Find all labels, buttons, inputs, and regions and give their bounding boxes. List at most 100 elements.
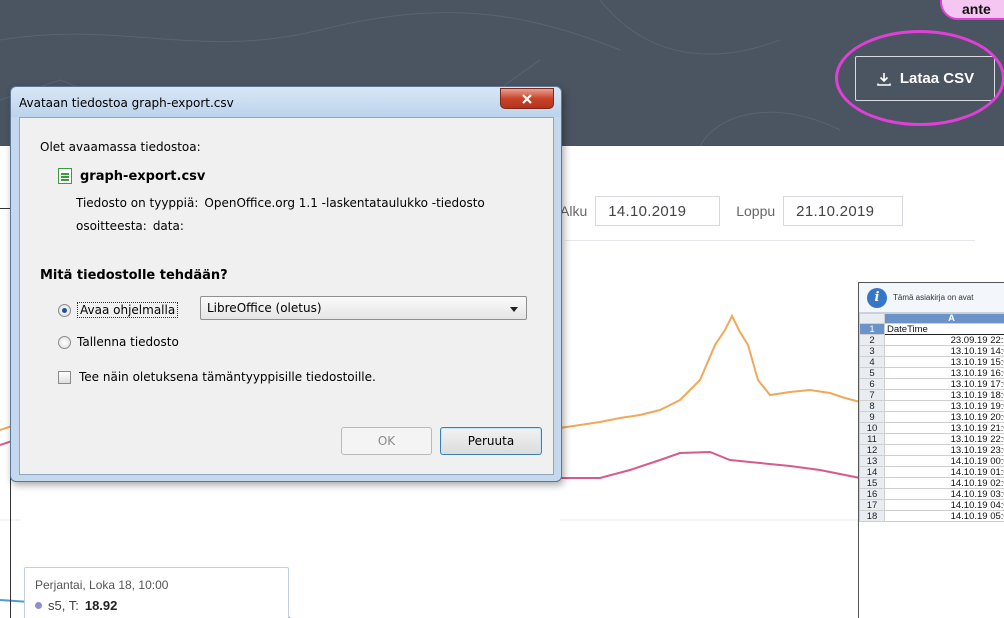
table-row: 223.09.19 22:25 — [859, 334, 1004, 346]
table-row: 513.10.19 16:00 — [859, 367, 1004, 379]
open-with-radio[interactable] — [58, 303, 71, 317]
table-row: 1 DateTime — [859, 323, 1004, 335]
row-number[interactable]: 18 — [859, 510, 885, 522]
remember-choice-label[interactable]: Tee näin oletuksena tämäntyyppisille tie… — [79, 370, 376, 384]
info-icon: i — [867, 287, 887, 308]
table-cell[interactable]: 13.10.19 21:00 — [884, 422, 1004, 434]
row-number[interactable]: 3 — [859, 345, 885, 357]
spreadsheet-preview: i Tämä asiakirja on avat A 1 DateTime 2 23.… — [858, 282, 1004, 618]
open-with-option[interactable]: Avaa ohjelmalla — [58, 302, 179, 318]
table-cell[interactable]: 13.10.19 14:00 — [884, 345, 1004, 357]
spreadsheet-file-icon — [58, 168, 72, 184]
open-with-label[interactable]: Avaa ohjelmalla — [77, 302, 179, 318]
section-divider — [565, 240, 975, 241]
column-header-a[interactable]: A — [884, 313, 1004, 324]
spreadsheet-grid: A 1DateTime223.09.19 22:25313.10.19 14:0… — [859, 313, 1004, 522]
row-number[interactable]: 2 — [859, 334, 885, 346]
table-row: 1614.10.19 03:00 — [859, 488, 1004, 500]
dialog-body: Olet avaamassa tiedostoa: graph-export.c… — [19, 117, 554, 475]
table-cell[interactable]: 14.10.19 04:00 — [884, 499, 1004, 511]
date-range-row: Alku 14.10.2019 Loppu 21.10.2019 — [560, 196, 919, 226]
table-row: 1013.10.19 21:00 — [859, 422, 1004, 434]
dialog-intro: Olet avaamassa tiedostoa: — [40, 140, 201, 154]
remember-choice-checkbox[interactable] — [58, 370, 71, 384]
row-number[interactable]: 13 — [859, 455, 885, 467]
table-row: 1414.10.19 01:00 — [859, 466, 1004, 478]
row-number[interactable]: 11 — [859, 433, 885, 445]
row-number[interactable]: 14 — [859, 466, 885, 478]
application-select-value: LibreOffice (oletus) — [207, 301, 322, 315]
table-cell[interactable]: 14.10.19 05:00 — [884, 510, 1004, 522]
row-number[interactable]: 10 — [859, 422, 885, 434]
tooltip-series: s5, T: — [48, 598, 79, 613]
file-type-row: Tiedosto on tyyppiä: OpenOffice.org 1.1 … — [76, 196, 485, 210]
table-row: 1314.10.19 00:00 — [859, 455, 1004, 467]
row-number[interactable]: 4 — [859, 356, 885, 368]
dialog-titlebar[interactable]: Avataan tiedostoa graph-export.csv — [11, 87, 561, 117]
row-number[interactable]: 15 — [859, 477, 885, 489]
start-date-input[interactable]: 14.10.2019 — [595, 196, 721, 226]
row-number[interactable]: 8 — [859, 400, 885, 412]
file-type-label: Tiedosto on tyyppiä: — [76, 196, 199, 210]
end-date-input[interactable]: 21.10.2019 — [783, 196, 904, 226]
table-cell[interactable]: 14.10.19 03:00 — [884, 488, 1004, 500]
table-cell[interactable]: 14.10.19 00:00 — [884, 455, 1004, 467]
table-cell[interactable]: 13.10.19 17:00 — [884, 378, 1004, 390]
table-row: 1814.10.19 05:00 — [859, 510, 1004, 522]
table-row: 313.10.19 14:00 — [859, 345, 1004, 357]
file-type-value: OpenOffice.org 1.1 -laskentataulukko -ti… — [204, 196, 485, 210]
ok-button[interactable]: OK — [341, 427, 432, 455]
row-number[interactable]: 9 — [859, 411, 885, 423]
file-source-value: data: — [152, 219, 184, 233]
table-cell[interactable]: 23.09.19 22:25 — [884, 334, 1004, 346]
table-row: 1714.10.19 04:00 — [859, 499, 1004, 511]
application-select[interactable]: LibreOffice (oletus) — [200, 296, 527, 320]
table-cell[interactable]: 13.10.19 22:00 — [884, 433, 1004, 445]
spreadsheet-info-text: Tämä asiakirja on avat — [893, 293, 974, 302]
table-row: 1213.10.19 23:00 — [859, 444, 1004, 456]
table-cell[interactable]: 13.10.19 19:00 — [884, 400, 1004, 412]
table-row: 1514.10.19 02:00 — [859, 477, 1004, 489]
row-number[interactable]: 17 — [859, 499, 885, 511]
row-number[interactable]: 1 — [859, 323, 885, 335]
row-number[interactable]: 12 — [859, 444, 885, 456]
table-cell[interactable]: 14.10.19 01:00 — [884, 466, 1004, 478]
table-cell[interactable]: 14.10.19 02:00 — [884, 477, 1004, 489]
file-source-label: osoitteesta: — [76, 219, 147, 233]
table-cell[interactable]: 13.10.19 18:00 — [884, 389, 1004, 401]
save-file-radio[interactable] — [58, 335, 71, 349]
file-name: graph-export.csv — [80, 168, 206, 184]
series-dot-icon — [35, 602, 42, 609]
chevron-down-icon — [510, 307, 518, 312]
corner-cell[interactable] — [859, 313, 885, 324]
row-number[interactable]: 7 — [859, 389, 885, 401]
file-row: graph-export.csv — [58, 168, 205, 184]
table-row: 713.10.19 18:00 — [859, 389, 1004, 401]
dialog-title: Avataan tiedostoa graph-export.csv — [19, 96, 234, 110]
save-file-label[interactable]: Tallenna tiedosto — [77, 335, 179, 349]
dialog-close-button[interactable] — [500, 88, 554, 109]
table-row: 413.10.19 15:00 — [859, 356, 1004, 368]
table-row: 913.10.19 20:00 — [859, 411, 1004, 423]
table-cell[interactable]: DateTime — [884, 323, 1004, 335]
remember-choice-option[interactable]: Tee näin oletuksena tämäntyyppisille tie… — [58, 370, 376, 384]
action-question: Mitä tiedostolle tehdään? — [40, 268, 228, 283]
open-file-dialog: Avataan tiedostoa graph-export.csv Olet … — [10, 86, 562, 482]
chart-tooltip: Perjantai, Loka 18, 10:00 s5, T: 18.92 — [24, 567, 289, 618]
save-file-option[interactable]: Tallenna tiedosto — [58, 335, 179, 349]
table-row: 1113.10.19 22:00 — [859, 433, 1004, 445]
row-number[interactable]: 16 — [859, 488, 885, 500]
table-cell[interactable]: 13.10.19 15:00 — [884, 356, 1004, 368]
end-date-label: Loppu — [736, 203, 776, 219]
spreadsheet-info-bar: i Tämä asiakirja on avat — [859, 283, 1004, 313]
row-number[interactable]: 6 — [859, 378, 885, 390]
table-cell[interactable]: 13.10.19 23:00 — [884, 444, 1004, 456]
table-row: 613.10.19 17:00 — [859, 378, 1004, 390]
row-number[interactable]: 5 — [859, 367, 885, 379]
tooltip-value: 18.92 — [84, 598, 118, 613]
table-row: 813.10.19 19:00 — [859, 400, 1004, 412]
cancel-button[interactable]: Peruuta — [440, 427, 542, 455]
column-header-row: A — [859, 313, 1004, 324]
table-cell[interactable]: 13.10.19 16:00 — [884, 367, 1004, 379]
table-cell[interactable]: 13.10.19 20:00 — [884, 411, 1004, 423]
